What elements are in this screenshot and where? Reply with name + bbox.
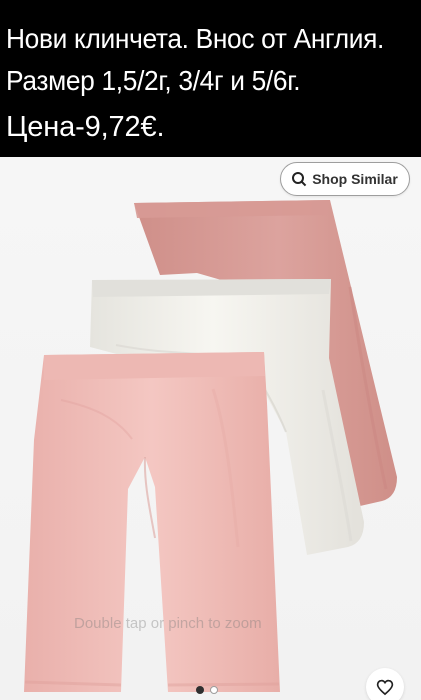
caption-line-3: Цена-9,72€. xyxy=(6,111,165,143)
heart-icon xyxy=(375,677,395,697)
caption-line-2: Размер 1,5/2г, 3/4г и 5/6г. xyxy=(6,65,301,96)
shop-similar-button[interactable]: Shop Similar xyxy=(280,162,410,196)
product-post: Нови клинчета. Внос от Англия. Размер 1,… xyxy=(0,0,421,700)
image-pagination xyxy=(196,686,218,694)
pagination-dot-2[interactable] xyxy=(210,686,218,694)
search-icon xyxy=(292,172,306,186)
light-pink-shorts xyxy=(24,352,280,692)
caption-line-1: Нови клинчета. Внос от Англия. xyxy=(6,23,385,54)
caption-overlay: Нови клинчета. Внос от Англия. Размер 1,… xyxy=(0,0,421,157)
zoom-hint: Double tap or pinch to zoom xyxy=(74,615,262,632)
pagination-dot-1[interactable] xyxy=(196,686,204,694)
favorite-button[interactable] xyxy=(366,668,404,700)
shop-similar-label: Shop Similar xyxy=(312,171,398,187)
